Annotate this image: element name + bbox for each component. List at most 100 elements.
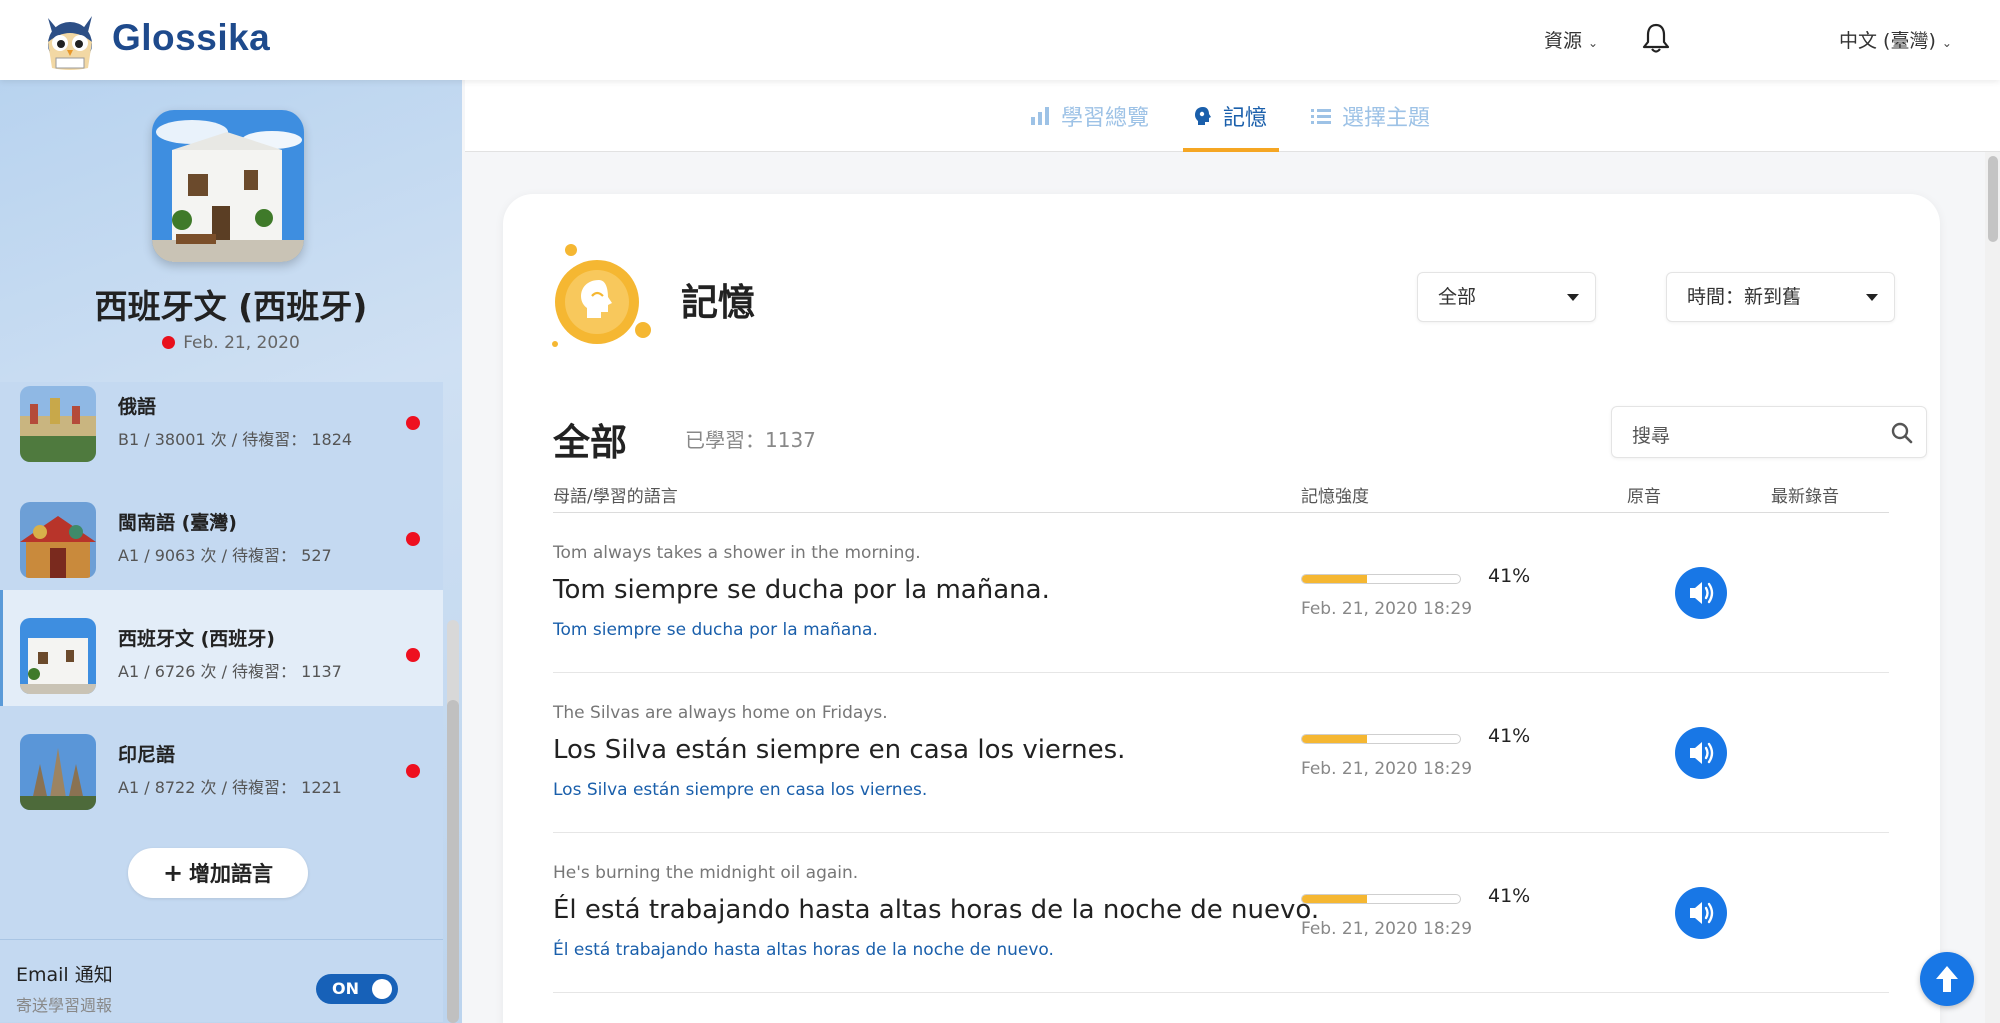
owl-logo-icon bbox=[42, 10, 98, 70]
tab-label: 記憶 bbox=[1223, 106, 1268, 131]
language-stats: A1 / 9063 次 / 待複習： 527 bbox=[118, 546, 332, 565]
add-language-button[interactable]: + 增加語言 bbox=[128, 848, 308, 898]
tab-topics[interactable]: 選擇主題 bbox=[1310, 100, 1430, 132]
speaker-icon bbox=[1690, 582, 1714, 604]
bar-chart-icon bbox=[1031, 107, 1049, 125]
target-sentence-link[interactable]: Los Silva están siempre en casa los vier… bbox=[553, 780, 927, 800]
search-input[interactable]: 搜尋 bbox=[1632, 421, 1670, 448]
speaker-icon bbox=[1690, 902, 1714, 924]
play-audio-button[interactable] bbox=[1675, 727, 1727, 779]
memory-strength-bar bbox=[1301, 734, 1461, 744]
tab-label: 學習總覽 bbox=[1061, 106, 1150, 131]
language-stats: B1 / 38001 次 / 待複習： 1824 bbox=[118, 430, 353, 449]
language-item-russian[interactable]: 俄語 B1 / 38001 次 / 待複習： 1824 bbox=[0, 382, 443, 474]
play-audio-button[interactable] bbox=[1675, 567, 1727, 619]
language-stats: A1 / 8722 次 / 待複習： 1221 bbox=[118, 778, 342, 797]
language-thumbnail bbox=[20, 618, 96, 694]
email-title: Email 通知 bbox=[16, 964, 113, 986]
language-name: 俄語 bbox=[118, 396, 157, 418]
language-thumbnail bbox=[20, 734, 96, 810]
search-icon bbox=[1891, 422, 1913, 444]
tab-bar: 學習總覽 記憶 選擇主題 bbox=[465, 80, 2000, 152]
play-audio-button[interactable] bbox=[1675, 887, 1727, 939]
column-header-language: 母語/學習的語言 bbox=[553, 487, 678, 507]
language-name: 西班牙文 (西班牙) bbox=[118, 628, 275, 650]
main-scrollbar-thumb[interactable] bbox=[1988, 156, 1998, 242]
active-tab-indicator bbox=[1183, 148, 1279, 152]
table-row: The Silvas are always home on Fridays. L… bbox=[553, 673, 1889, 833]
main-content: 學習總覽 記憶 選擇主題 記憶 全部 時間：新到舊 全部 已學習：1137 搜尋… bbox=[465, 80, 2000, 1023]
sort-value: 時間：新到舊 bbox=[1687, 286, 1802, 308]
chevron-down-icon: ⌄ bbox=[1588, 36, 1599, 50]
target-sentence-link[interactable]: Él está trabajando hasta altas horas de … bbox=[553, 940, 1054, 960]
resources-menu[interactable]: 資源 ⌄ bbox=[1544, 26, 1598, 53]
profile-date: Feb. 21, 2020 bbox=[0, 333, 462, 353]
sidebar: 西班牙文 (西班牙) Feb. 21, 2020 俄語 B1 / 38001 次… bbox=[0, 80, 462, 1023]
status-dot bbox=[406, 764, 420, 778]
resources-label: 資源 bbox=[1544, 30, 1583, 52]
add-language-label: 增加語言 bbox=[189, 862, 274, 886]
column-header-latest: 最新錄音 bbox=[1771, 487, 1839, 507]
arrow-up-icon bbox=[1936, 966, 1958, 992]
target-sentence: Tom siempre se ducha por la mañana. bbox=[553, 575, 1050, 605]
toggle-label: ON bbox=[332, 979, 359, 998]
profile-card: 西班牙文 (西班牙) Feb. 21, 2020 bbox=[0, 80, 462, 382]
language-name: 閩南語 (臺灣) bbox=[118, 512, 237, 534]
brain-icon bbox=[1195, 107, 1211, 125]
status-dot bbox=[162, 336, 176, 349]
language-item-spanish[interactable]: 西班牙文 (西班牙) A1 / 6726 次 / 待複習： 1137 bbox=[0, 590, 443, 706]
language-list[interactable]: 俄語 B1 / 38001 次 / 待複習： 1824 閩南語 (臺灣) A1 … bbox=[0, 382, 443, 1022]
profile-image bbox=[152, 110, 304, 262]
target-sentence-link[interactable]: Tom siempre se ducha por la mañana. bbox=[553, 620, 878, 640]
table-row: Tom always takes a shower in the morning… bbox=[553, 513, 1889, 673]
memory-card: 記憶 全部 時間：新到舊 全部 已學習：1137 搜尋 母語/學習的語言 記憶強… bbox=[503, 194, 1940, 1023]
main-scrollbar-track[interactable] bbox=[1985, 152, 2000, 1023]
memory-strength-percent: 41% bbox=[1488, 725, 1531, 747]
scroll-to-top-button[interactable] bbox=[1920, 952, 1974, 1006]
status-dot bbox=[406, 416, 420, 430]
memory-strength-percent: 41% bbox=[1488, 885, 1531, 907]
language-thumbnail bbox=[20, 386, 96, 462]
profile-name: 西班牙文 (西班牙) bbox=[94, 287, 368, 326]
memory-strength-bar bbox=[1301, 574, 1461, 584]
tab-overview[interactable]: 學習總覽 bbox=[1029, 100, 1149, 132]
logo[interactable]: Glossika bbox=[42, 10, 271, 70]
native-sentence: The Silvas are always home on Fridays. bbox=[553, 703, 888, 723]
search-box[interactable]: 搜尋 bbox=[1611, 406, 1927, 458]
column-header-original: 原音 bbox=[1627, 487, 1661, 507]
memory-title: 記憶 bbox=[681, 281, 755, 324]
bell-icon[interactable] bbox=[1641, 22, 1671, 54]
review-date: Feb. 21, 2020 18:29 bbox=[1301, 919, 1473, 939]
plus-icon: + bbox=[162, 859, 184, 887]
language-menu[interactable]: 中文 (臺灣) ⌄ bbox=[1839, 26, 1952, 53]
email-subtitle: 寄送學習週報 bbox=[16, 996, 113, 1015]
language-label: 中文 (臺灣) bbox=[1839, 30, 1936, 52]
tab-label: 選擇主題 bbox=[1342, 106, 1431, 131]
tab-memory[interactable]: 記憶 bbox=[1193, 100, 1267, 132]
language-stats: A1 / 6726 次 / 待複習： 1137 bbox=[118, 662, 342, 681]
language-name: 印尼語 bbox=[118, 744, 176, 766]
brain-icon bbox=[551, 244, 651, 347]
column-header-strength: 記憶強度 bbox=[1301, 487, 1369, 507]
sort-select[interactable]: 時間：新到舊 bbox=[1666, 272, 1895, 322]
toggle-knob bbox=[372, 979, 392, 999]
target-sentence: Él está trabajando hasta altas horas de … bbox=[553, 895, 1320, 925]
section-title: 全部 bbox=[553, 421, 627, 464]
memory-strength-fill bbox=[1302, 895, 1367, 903]
language-item-indonesian[interactable]: 印尼語 A1 / 8722 次 / 待複習： 1221 bbox=[0, 706, 443, 822]
status-dot bbox=[406, 648, 420, 662]
language-thumbnail bbox=[20, 502, 96, 578]
sidebar-scrollbar-thumb[interactable] bbox=[447, 700, 459, 1023]
email-toggle[interactable]: ON bbox=[316, 974, 398, 1004]
learned-count: 已學習：1137 bbox=[685, 428, 816, 452]
list-icon bbox=[1311, 109, 1331, 124]
filter-select[interactable]: 全部 bbox=[1417, 272, 1596, 322]
brand-name: Glossika bbox=[112, 17, 271, 58]
review-date: Feb. 21, 2020 18:29 bbox=[1301, 599, 1473, 619]
review-date: Feb. 21, 2020 18:29 bbox=[1301, 759, 1473, 779]
language-item-taiwanese[interactable]: 閩南語 (臺灣) A1 / 9063 次 / 待複習： 527 bbox=[0, 474, 443, 590]
profile-date-text: Feb. 21, 2020 bbox=[183, 333, 300, 353]
filter-value: 全部 bbox=[1438, 286, 1477, 308]
memory-strength-percent: 41% bbox=[1488, 565, 1531, 587]
memory-strength-fill bbox=[1302, 575, 1367, 583]
